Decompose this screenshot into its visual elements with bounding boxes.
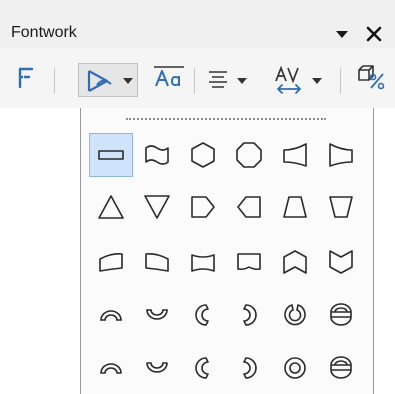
alignment-button[interactable] [203, 63, 251, 97]
circle-curve-shape-icon [284, 357, 306, 379]
align-icon [207, 69, 229, 96]
extrusion-toggle-button[interactable] [352, 63, 388, 97]
arch-up-shape-icon [100, 310, 122, 321]
shape-curved-trapezoid-right[interactable] [273, 133, 317, 177]
trapezoid-up-shape-icon [283, 196, 307, 218]
shape-button-curve[interactable] [319, 346, 363, 390]
close-icon[interactable] [362, 22, 386, 46]
shape-trapezoid-up[interactable] [273, 185, 317, 229]
circle-open-shape-icon [284, 304, 306, 326]
shape-inflate-left[interactable] [89, 240, 133, 284]
shape-arch-up[interactable] [89, 293, 133, 337]
shape-octagon[interactable] [227, 133, 271, 177]
shape-inflate-right[interactable] [135, 240, 179, 284]
arch-up-curve-shape-icon [100, 363, 122, 374]
panel-menu-chevron-down-icon[interactable] [333, 25, 351, 43]
character-spacing-icon [274, 65, 304, 102]
fontwork-panel: Fontwork [0, 0, 395, 394]
shape-chevron-up[interactable] [273, 240, 317, 284]
curved-trapezoid-right-shape-icon [283, 143, 307, 167]
shape-wave[interactable] [135, 133, 179, 177]
inflate-top-shape-icon [191, 254, 215, 272]
curved-trapezoid-left-shape-icon [329, 143, 353, 167]
inflate-left-shape-icon [99, 253, 123, 272]
shape-circle-open[interactable] [273, 293, 317, 337]
shape-button-open[interactable] [319, 293, 363, 337]
popup-tearoff-handle[interactable] [90, 113, 362, 125]
character-spacing-button[interactable] [256, 63, 330, 97]
fontwork-gallery-icon [15, 66, 37, 95]
shape-chevron-down[interactable] [319, 240, 363, 284]
toolbar-separator [54, 68, 55, 94]
chevron-down-shape-icon [329, 250, 353, 274]
chevron-down-icon[interactable] [123, 78, 133, 84]
octagon-shape-icon [236, 142, 262, 168]
hexagon-shape-icon [191, 142, 215, 168]
shape-arch-right-curve[interactable] [227, 346, 271, 390]
arrow-right-pentagon-shape-icon [191, 196, 215, 218]
toolbar-separator [194, 68, 195, 94]
shape-inflate-bottom[interactable] [227, 240, 271, 284]
trapezoid-down-shape-icon [329, 196, 353, 218]
fontwork-shape-button[interactable] [78, 63, 138, 97]
shape-plain-text[interactable] [89, 133, 133, 177]
shape-arch-left-curve[interactable] [181, 346, 225, 390]
fontwork-toolbar [0, 48, 395, 108]
shape-arch-left[interactable] [181, 293, 225, 337]
chevron-up-shape-icon [283, 250, 307, 274]
shape-triangle-down[interactable] [135, 185, 179, 229]
title-bar: Fontwork [0, 0, 395, 48]
arch-right-shape-icon [243, 304, 257, 326]
same-letter-heights-icon [152, 64, 186, 97]
shape-arch-down[interactable] [135, 293, 179, 337]
shape-arrow-right-pentagon[interactable] [181, 185, 225, 229]
triangle-down-shape-icon [144, 195, 170, 219]
shape-circle-curve[interactable] [273, 346, 317, 390]
button-open-shape-icon [330, 303, 352, 326]
shape-curved-trapezoid-left[interactable] [319, 133, 363, 177]
fontwork-gallery-button[interactable] [12, 63, 40, 97]
panel-title: Fontwork [11, 24, 77, 41]
arrow-left-pentagon-shape-icon [237, 196, 261, 218]
extrusion-icon [355, 64, 385, 97]
plain-text-shape-icon [98, 150, 124, 160]
inflate-right-shape-icon [145, 253, 169, 272]
wave-shape-icon [145, 145, 169, 165]
button-curve-shape-icon [330, 356, 352, 379]
arch-left-curve-shape-icon [195, 357, 209, 379]
shape-triangle-up[interactable] [89, 185, 133, 229]
arch-right-curve-shape-icon [243, 357, 257, 379]
shape-arch-right[interactable] [227, 293, 271, 337]
shape-hexagon[interactable] [181, 133, 225, 177]
arch-down-curve-shape-icon [146, 362, 168, 373]
same-letter-heights-button[interactable] [150, 63, 188, 97]
triangle-up-shape-icon [98, 195, 124, 219]
shape-arch-up-curve[interactable] [89, 346, 133, 390]
shape-trapezoid-down[interactable] [319, 185, 363, 229]
toolbar-separator [340, 68, 341, 94]
shape-arrow-left-pentagon[interactable] [227, 185, 271, 229]
arch-left-shape-icon [195, 304, 209, 326]
chevron-down-icon[interactable] [312, 78, 322, 84]
shape-inflate-top[interactable] [181, 240, 225, 284]
fontwork-shape-icon [85, 68, 115, 99]
shape-arch-down-curve[interactable] [135, 346, 179, 390]
inflate-bottom-shape-icon [237, 253, 261, 271]
chevron-down-icon[interactable] [237, 78, 247, 84]
arch-down-shape-icon [146, 309, 168, 320]
